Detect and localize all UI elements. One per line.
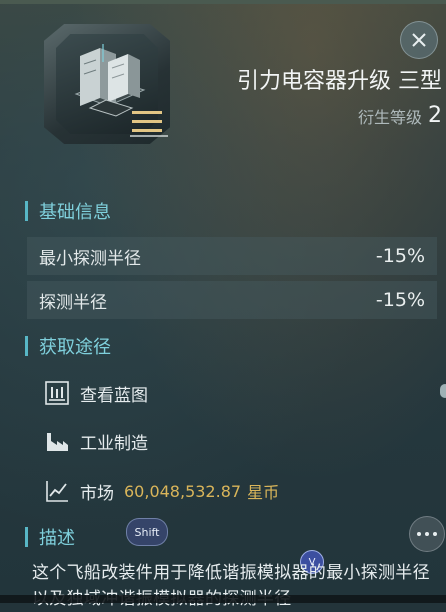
market-currency: 星币 bbox=[247, 483, 280, 502]
section-title: 描述 bbox=[39, 528, 75, 549]
view-blueprint-link[interactable]: 查看蓝图 bbox=[44, 378, 148, 408]
section-accent-bar bbox=[25, 336, 28, 356]
scroll-indicator[interactable] bbox=[440, 384, 446, 398]
section-description: 描述 bbox=[25, 524, 75, 550]
attribute-label: 最小探测半径 bbox=[39, 248, 141, 269]
section-title: 获取途径 bbox=[39, 337, 111, 358]
market-label: 市场 bbox=[80, 483, 114, 504]
meta-level-label: 衍生等级 bbox=[357, 107, 422, 127]
more-icon bbox=[415, 532, 439, 536]
attribute-value: -15% bbox=[375, 245, 425, 267]
market-chart-icon bbox=[46, 481, 68, 502]
bottom-strip bbox=[0, 595, 446, 603]
section-accent-bar bbox=[25, 201, 28, 221]
section-title: 基础信息 bbox=[39, 202, 111, 223]
section-acquire: 获取途径 bbox=[25, 333, 111, 359]
attribute-row: 最小探测半径 -15% bbox=[27, 237, 437, 275]
description-text: 这个飞船改装件用于降低谐振模拟器的最小探测半径以及独域冲谐振模拟器的探测半径 bbox=[32, 563, 430, 609]
more-button[interactable] bbox=[409, 516, 445, 552]
attribute-value: -15% bbox=[375, 289, 425, 311]
close-button[interactable] bbox=[400, 21, 438, 59]
meta-level: 衍生等级 2 bbox=[358, 103, 442, 128]
meta-level-value: 2 bbox=[428, 103, 442, 128]
attribute-row: 探测半径 -15% bbox=[27, 281, 437, 319]
top-edge bbox=[0, 0, 446, 4]
shift-key-hint[interactable]: Shift bbox=[126, 518, 168, 546]
close-icon bbox=[412, 33, 426, 47]
industry-label: 工业制造 bbox=[80, 433, 148, 454]
item-title: 引力电容器升级 三型 bbox=[237, 69, 442, 94]
market-price: 60,048,532.87 bbox=[124, 481, 242, 501]
blueprint-icon bbox=[45, 381, 69, 405]
section-accent-bar bbox=[25, 527, 28, 547]
attribute-label: 探测半径 bbox=[39, 292, 107, 313]
factory-icon bbox=[47, 433, 68, 451]
industry-link[interactable]: 工业制造 bbox=[44, 426, 148, 456]
tier-3-icon bbox=[130, 111, 168, 137]
market-link[interactable]: 市场 60,048,532.87 星币 bbox=[44, 476, 279, 506]
section-basic-info: 基础信息 bbox=[25, 198, 111, 224]
view-blueprint-label: 查看蓝图 bbox=[80, 385, 148, 406]
